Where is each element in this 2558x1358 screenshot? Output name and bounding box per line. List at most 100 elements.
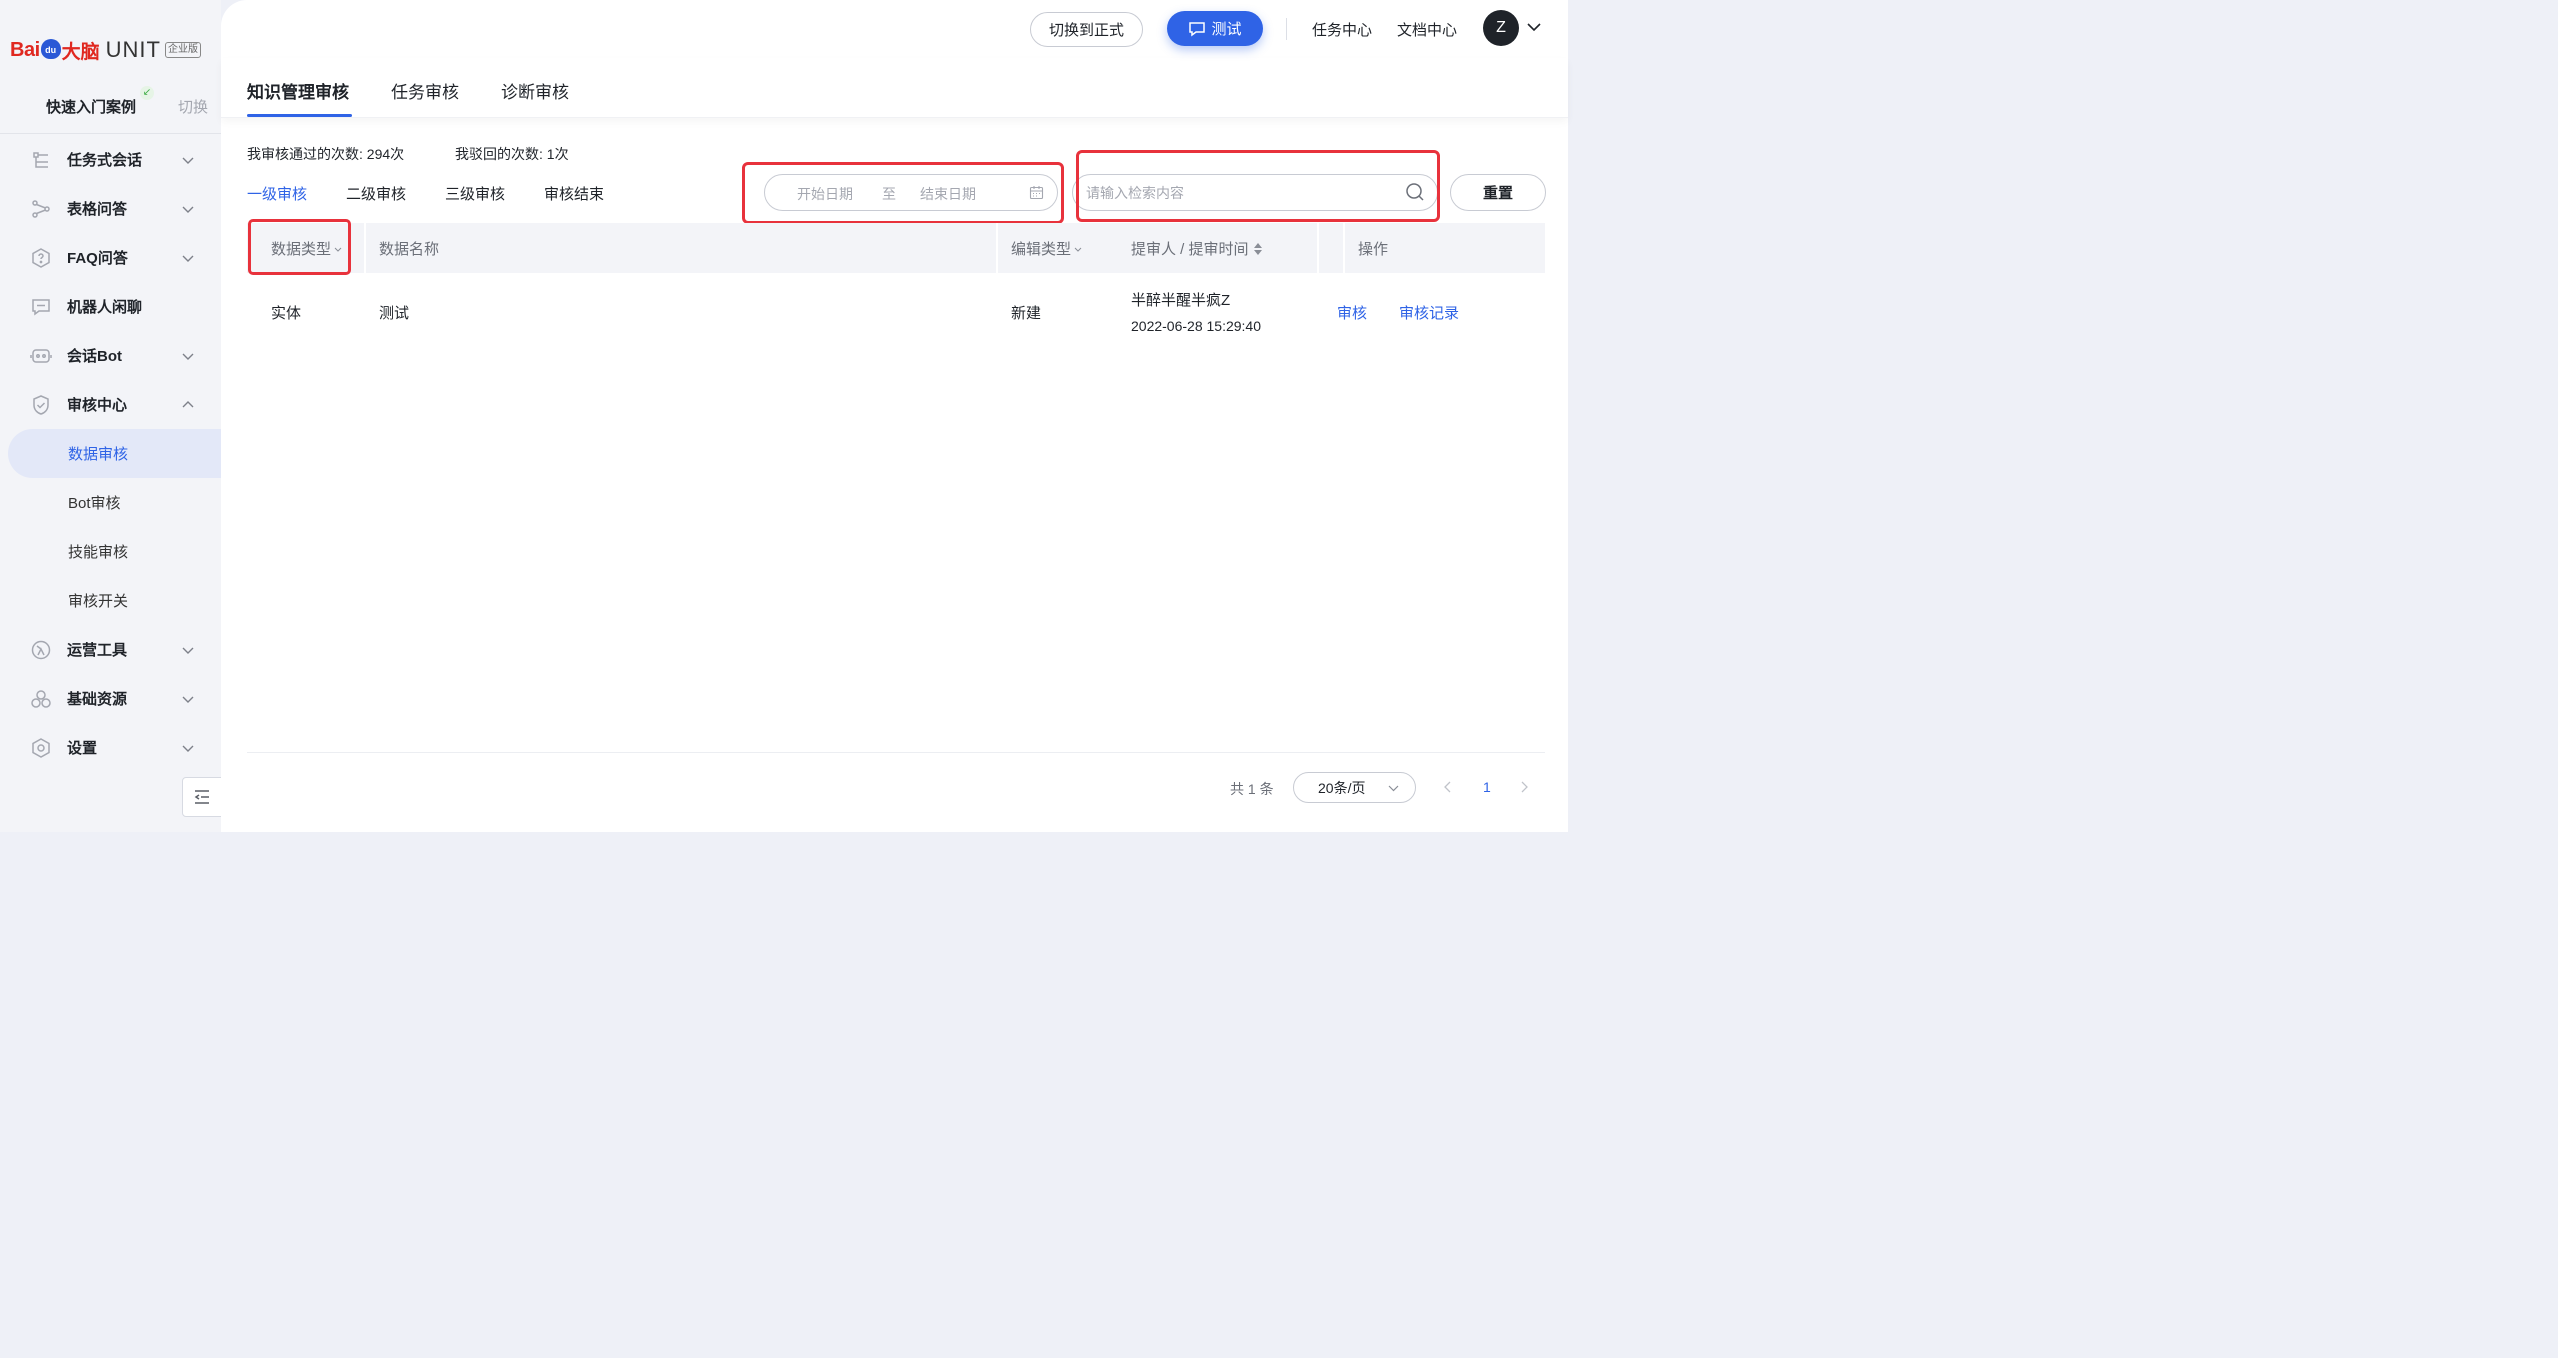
cell-submit-time: 2022-06-28 15:29:40	[1131, 318, 1261, 334]
page-number-current[interactable]: 1	[1483, 779, 1491, 795]
sidebar-item-label: 会话Bot	[67, 348, 122, 365]
chevron-down-icon	[182, 206, 194, 213]
sidebar-item-ops-tools[interactable]: 运营工具	[0, 625, 221, 674]
test-button[interactable]: 测试	[1167, 11, 1263, 46]
table-bottom-divider	[247, 752, 1545, 753]
tab-diagnosis-review[interactable]: 诊断审核	[501, 78, 569, 103]
sidebar-item-label: 表格问答	[67, 201, 128, 218]
sidebar-subitem-label: Bot审核	[68, 495, 121, 512]
sidebar-item-table-qa[interactable]: 表格问答	[0, 184, 221, 233]
review-action-link[interactable]: 审核	[1337, 302, 1367, 323]
column-divider	[364, 223, 366, 273]
switch-to-formal-button[interactable]: 切换到正式	[1030, 12, 1143, 47]
level-tab-third[interactable]: 三级审核	[445, 183, 505, 204]
sidebar-subitem-skill-review[interactable]: 技能审核	[8, 527, 221, 576]
page-size-select[interactable]: 20条/页	[1293, 772, 1416, 803]
sidebar-item-review-center[interactable]: 审核中心	[0, 380, 221, 429]
sidebar-subitem-data-review[interactable]: 数据审核	[8, 429, 221, 478]
sidebar-item-resources[interactable]: 基础资源	[0, 674, 221, 723]
next-page-icon[interactable]	[1517, 779, 1531, 795]
sidebar-subitem-label: 审核开关	[68, 593, 129, 610]
sidebar-item-bot[interactable]: 会话Bot	[0, 331, 221, 380]
ops-tool-icon	[31, 640, 51, 659]
avatar[interactable]: Z	[1483, 10, 1519, 46]
chevron-down-icon	[182, 157, 194, 164]
pagination-total: 共 1 条	[1230, 781, 1274, 797]
column-header-edit-type[interactable]: 编辑类型	[1011, 238, 1083, 259]
task-dialog-icon	[33, 151, 48, 168]
collapse-menu-icon	[194, 790, 209, 804]
cell-data-name: 测试	[379, 305, 410, 322]
sidebar-subitem-bot-review[interactable]: Bot审核	[8, 478, 221, 527]
cell-data-type: 实体	[271, 305, 302, 322]
data-type-header-highlight	[248, 219, 351, 275]
reset-button[interactable]: 重置	[1450, 174, 1546, 211]
column-header-label: 提审人 / 提审时间	[1131, 241, 1249, 258]
sidebar-subitem-label: 数据审核	[68, 446, 129, 463]
cell-submitter: 半醉半醒半疯Z	[1131, 292, 1231, 309]
cell-edit-type: 新建	[1011, 305, 1042, 322]
column-header-label: 数据名称	[379, 241, 440, 258]
logo-baidu-text: Bai	[10, 38, 40, 61]
faq-icon	[32, 247, 50, 268]
sidebar-subitem-label: 技能审核	[68, 544, 129, 561]
sidebar-item-label: 机器人闲聊	[67, 299, 143, 316]
chevron-down-icon[interactable]	[1526, 19, 1542, 35]
sidebar-item-settings[interactable]: 设置	[0, 723, 221, 772]
chevron-down-icon	[1388, 785, 1399, 792]
edition-badge: 企业版	[164, 42, 201, 58]
logo-paw-icon: du	[40, 39, 61, 59]
column-divider	[1343, 223, 1345, 273]
sidebar-item-label: 运营工具	[67, 642, 128, 659]
prev-page-icon[interactable]	[1441, 779, 1455, 795]
column-header-label: 编辑类型	[1011, 241, 1072, 258]
review-tabs: 知识管理审核 任务审核 诊断审核	[221, 58, 1568, 118]
sidebar-item-label: FAQ问答	[67, 250, 128, 267]
sidebar-item-faq[interactable]: FAQ问答	[0, 233, 221, 282]
test-button-label: 测试	[1211, 21, 1242, 38]
chevron-down-icon	[182, 255, 194, 262]
sidebar-item-label: 任务式会话	[67, 152, 143, 169]
logo-danao-text: 大脑	[61, 41, 100, 63]
level-tab-second[interactable]: 二级审核	[346, 183, 406, 204]
sidebar: Bai du 大脑 UNIT 企业版 快速入门案例 ↙ 切换 任务式会话 表格问…	[0, 0, 222, 832]
tab-knowledge-review[interactable]: 知识管理审核	[247, 78, 349, 103]
column-header-actions: 操作	[1358, 238, 1388, 259]
date-range-highlight	[742, 162, 1064, 224]
sidebar-collapse-button[interactable]	[182, 777, 222, 817]
shield-icon	[33, 394, 49, 415]
chevron-up-icon	[182, 400, 194, 407]
chevron-down-icon	[182, 353, 194, 360]
rejected-count-stat: 我驳回的次数: 1次	[455, 146, 569, 162]
chat-bubble-icon	[1189, 21, 1206, 36]
sort-icon	[1253, 242, 1262, 255]
level-tab-finished[interactable]: 审核结束	[544, 183, 604, 204]
column-divider	[996, 223, 998, 273]
main-panel: 切换到正式 测试 任务中心 文档中心 Z 知识管理审核 任务审核 诊断审核 我审…	[221, 0, 1568, 832]
sidebar-item-label: 设置	[67, 740, 98, 757]
task-center-link[interactable]: 任务中心	[1312, 19, 1372, 40]
level-tab-first[interactable]: 一级审核	[247, 183, 307, 204]
sidebar-subitem-review-switch[interactable]: 审核开关	[8, 576, 221, 625]
tab-task-review[interactable]: 任务审核	[391, 78, 459, 103]
passed-count-stat: 我审核通过的次数: 294次	[247, 146, 405, 162]
top-bar: 切换到正式 测试 任务中心 文档中心 Z	[221, 0, 1568, 58]
chevron-down-icon	[182, 647, 194, 654]
switch-link[interactable]: 切换	[178, 96, 208, 117]
search-highlight	[1076, 150, 1440, 222]
table-qa-icon	[32, 199, 50, 218]
chat-icon	[32, 298, 50, 315]
sidebar-item-label: 基础资源	[67, 691, 128, 708]
doc-center-link[interactable]: 文档中心	[1397, 19, 1457, 40]
column-header-submitter[interactable]: 提审人 / 提审时间	[1131, 238, 1265, 259]
table-header: 数据类型 数据名称 编辑类型 提审人 / 提审时间 操作	[247, 223, 1545, 273]
active-tab-indicator	[247, 114, 352, 117]
column-header-data-name: 数据名称	[379, 238, 439, 259]
quick-start-case-label: 快速入门案例	[46, 99, 137, 116]
review-history-link[interactable]: 审核记录	[1399, 302, 1459, 323]
topbar-divider	[1286, 18, 1287, 40]
sidebar-item-task-dialog[interactable]: 任务式会话	[0, 135, 221, 184]
baidu-unit-logo[interactable]: Bai du 大脑 UNIT 企业版	[10, 32, 201, 68]
resource-icon	[31, 689, 51, 708]
sidebar-item-chat[interactable]: 机器人闲聊	[0, 282, 221, 331]
